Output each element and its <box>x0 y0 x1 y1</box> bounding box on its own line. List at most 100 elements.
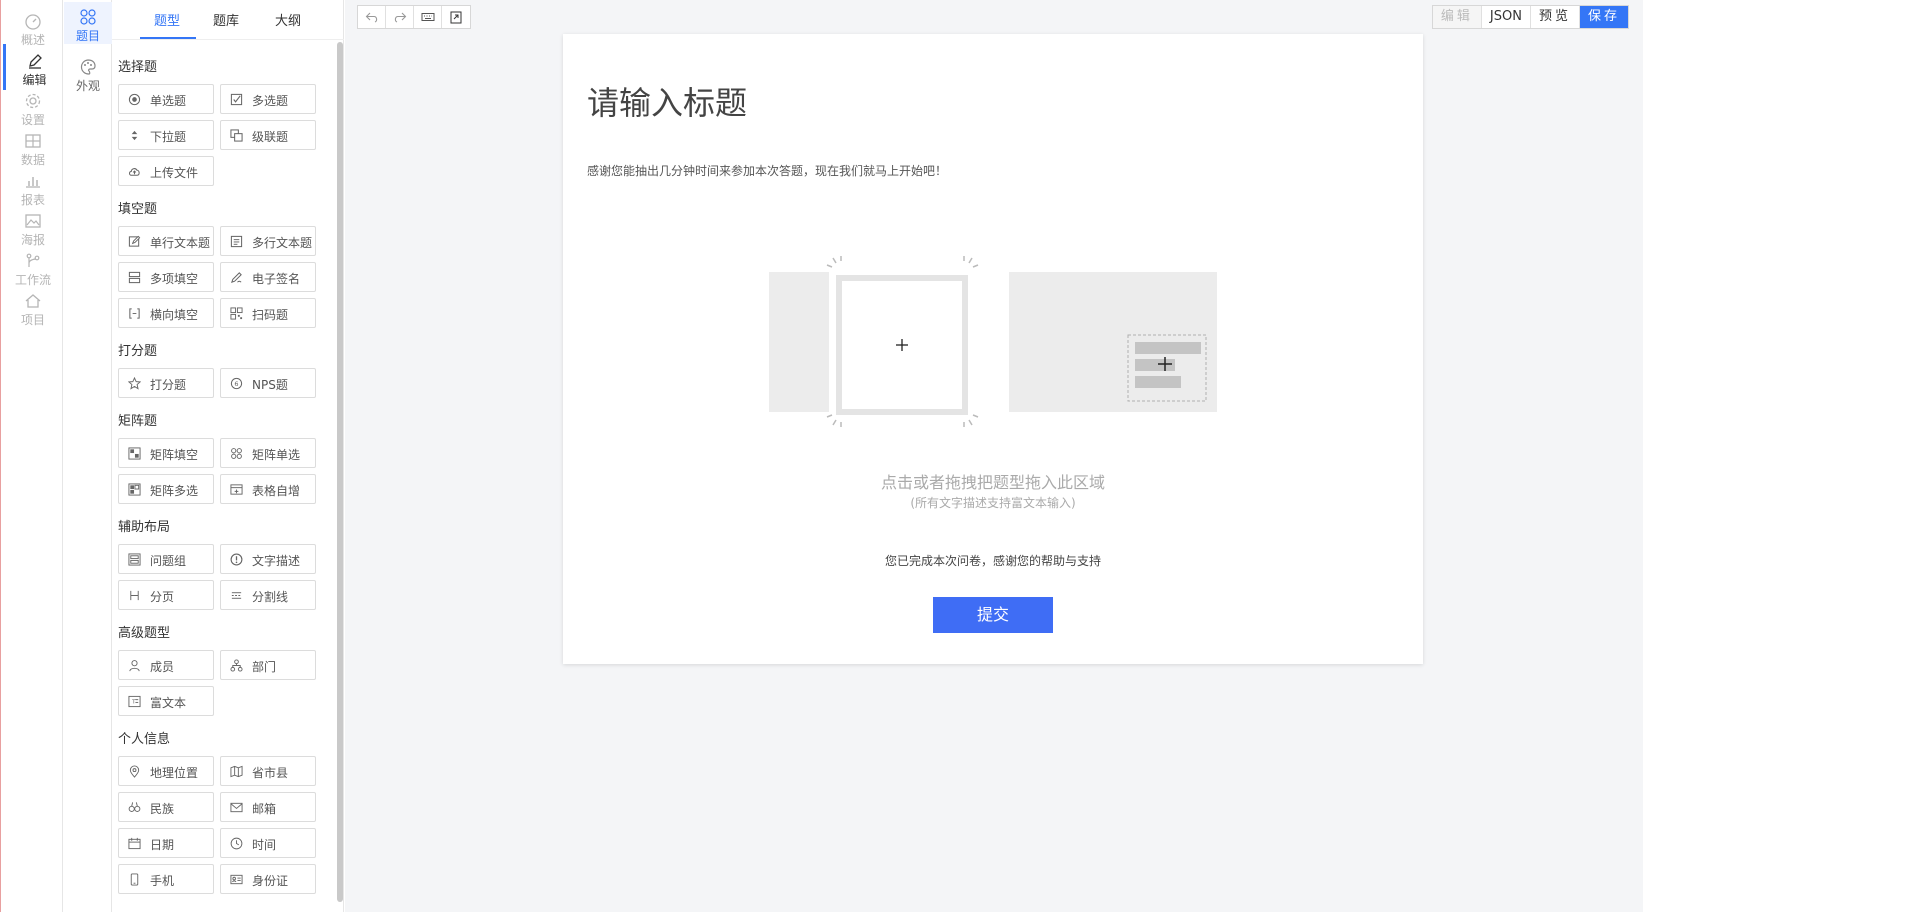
export-button[interactable] <box>442 6 470 28</box>
clock-icon <box>230 837 243 850</box>
undo-button[interactable] <box>358 6 386 28</box>
widget-label: 矩阵单选 <box>252 448 301 462</box>
widget-id-card[interactable]: 身份证 <box>220 864 316 894</box>
table-add-icon <box>230 484 243 495</box>
widget-table-auto-add[interactable]: 表格自增 <box>220 474 316 504</box>
finish-message[interactable]: 您已完成本次问卷，感谢您的帮助与支持 <box>563 552 1423 569</box>
widget-inline-fill[interactable]: 横向填空 <box>118 298 214 328</box>
image-icon <box>25 214 41 228</box>
signature-icon <box>231 272 242 283</box>
matrix-radio-icon <box>231 448 242 459</box>
nav-project[interactable]: 项目 <box>3 284 63 330</box>
widget-multi-choice[interactable]: 多选题 <box>220 84 316 114</box>
widget-label: 表格自增 <box>252 484 301 498</box>
tab-outline[interactable]: 大纲 <box>275 10 301 29</box>
widget-date[interactable]: 日期 <box>118 828 214 858</box>
edit-button[interactable]: 编辑 <box>1432 6 1482 28</box>
multi-fill-icon <box>128 271 141 284</box>
widget-dropdown[interactable]: 下拉题 <box>118 120 214 150</box>
blank-right-area <box>1643 0 1920 912</box>
checkbox-icon <box>230 93 243 106</box>
toolbar-right-group: 编辑 JSON 预览 保存 <box>1431 5 1629 29</box>
widget-member[interactable]: 成员 <box>118 650 214 680</box>
user-icon <box>129 660 140 672</box>
keyboard-button[interactable] <box>414 6 442 28</box>
widget-rich-text[interactable]: T 富文本 <box>118 686 214 716</box>
widget-divider[interactable]: 分割线 <box>220 580 316 610</box>
matrix-check-icon <box>128 483 141 496</box>
json-button[interactable]: JSON <box>1481 6 1531 28</box>
widget-single-line-text[interactable]: 单行文本题 <box>118 226 214 256</box>
widget-label: 民族 <box>150 802 175 816</box>
section-title-personal: 个人信息 <box>118 732 171 747</box>
redo-icon <box>394 12 406 23</box>
widget-single-choice[interactable]: 单选题 <box>118 84 214 114</box>
widget-label: 打分题 <box>150 378 187 392</box>
widget-department[interactable]: 部门 <box>220 650 316 680</box>
preview-button[interactable]: 预览 <box>1530 6 1580 28</box>
submit-button[interactable]: 提交 <box>933 597 1053 633</box>
widget-rating[interactable]: 打分题 <box>118 368 214 398</box>
widget-text-description[interactable]: 文字描述 <box>220 544 316 574</box>
widget-ethnicity[interactable]: 民族 <box>118 792 214 822</box>
widget-nps[interactable]: 6 NPS题 <box>220 368 316 398</box>
widget-label: 手机 <box>150 874 175 888</box>
widget-page-break[interactable]: 分页 <box>118 580 214 610</box>
form-description[interactable]: 感谢您能抽出几分钟时间来参加本次答题，现在我们就马上开始吧！ <box>587 162 947 179</box>
widget-matrix-multi[interactable]: 矩阵多选 <box>118 474 214 504</box>
drop-hint: 点击或者拖拽把题型拖入此区域 <box>880 473 1105 492</box>
dragged-widget-bar <box>1135 359 1175 371</box>
export-icon <box>450 11 462 24</box>
save-button[interactable]: 保存 <box>1579 6 1628 28</box>
form-title[interactable]: 请输入标题 <box>587 78 747 124</box>
widget-multi-line-text[interactable]: 多行文本题 <box>220 226 316 256</box>
section-title-rating: 打分题 <box>118 344 158 359</box>
widget-province-city[interactable]: 省市县 <box>220 756 316 786</box>
placeholder-card-left <box>769 272 829 412</box>
widget-label: 上传文件 <box>150 166 199 180</box>
widget-matrix-fill[interactable]: 矩阵填空 <box>118 438 214 468</box>
editor-sub-nav: 题目 外观 <box>64 0 112 912</box>
home-icon <box>25 294 41 308</box>
widget-label: 下拉题 <box>150 130 187 144</box>
section-title-advanced: 高级题型 <box>118 626 171 641</box>
mail-icon <box>230 802 243 813</box>
widget-mobile[interactable]: 手机 <box>118 864 214 894</box>
location-icon <box>129 765 140 778</box>
redo-button[interactable] <box>386 6 414 28</box>
subnav-questions-label: 题目 <box>75 29 100 43</box>
widget-e-signature[interactable]: 电子签名 <box>220 262 316 292</box>
table-icon <box>25 134 41 148</box>
subnav-questions[interactable]: 题目 <box>64 2 112 44</box>
widget-cascade[interactable]: 级联题 <box>220 120 316 150</box>
section-title-matrix: 矩阵题 <box>118 414 158 429</box>
matrix-fill-icon <box>128 447 141 460</box>
widget-upload-file[interactable]: 上传文件 <box>118 156 214 186</box>
textarea-icon <box>230 235 243 248</box>
widget-question-group[interactable]: 问题组 <box>118 544 214 574</box>
widget-label: 时间 <box>252 838 277 852</box>
map-icon <box>230 765 243 778</box>
main-nav-rail: 概述 编辑 设置 数据 报表 海报 工作流 项目 <box>3 0 63 912</box>
widget-time[interactable]: 时间 <box>220 828 316 858</box>
widget-scan-code[interactable]: 扫码题 <box>220 298 316 328</box>
star-icon <box>128 377 141 390</box>
editor-canvas: 编辑 JSON 预览 保存 请输入标题 感谢您能抽出几分钟时间来参加本次答题，现… <box>345 0 1643 912</box>
upload-cloud-icon <box>129 168 140 176</box>
widget-matrix-single[interactable]: 矩阵单选 <box>220 438 316 468</box>
page-break-icon <box>130 590 139 601</box>
widget-label: 地理位置 <box>150 766 199 780</box>
nps-icon: 6 <box>230 377 243 390</box>
widget-multi-fill[interactable]: 多项填空 <box>118 262 214 292</box>
subnav-appearance[interactable]: 外观 <box>64 52 112 98</box>
section-title-fill: 填空题 <box>118 202 158 217</box>
panel-scrollbar[interactable] <box>337 42 343 902</box>
widget-label: 成员 <box>150 660 175 674</box>
bar-chart-icon <box>26 177 40 188</box>
tab-question-types[interactable]: 题型 <box>154 10 180 29</box>
widget-email[interactable]: 邮箱 <box>220 792 316 822</box>
widget-location[interactable]: 地理位置 <box>118 756 214 786</box>
tab-question-bank[interactable]: 题库 <box>213 10 239 29</box>
drop-zone-illustration[interactable] <box>769 256 1217 456</box>
svg-text:6: 6 <box>234 380 238 388</box>
